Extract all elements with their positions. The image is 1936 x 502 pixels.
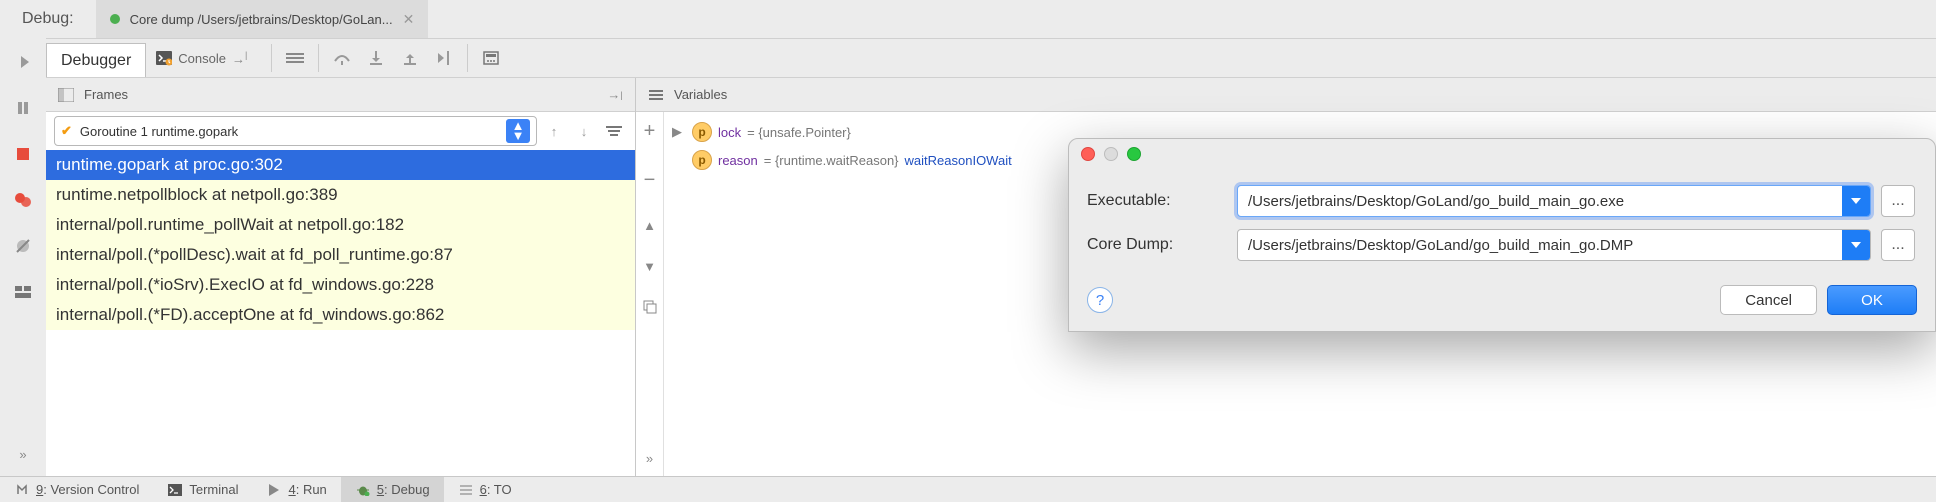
cancel-button[interactable]: Cancel bbox=[1720, 285, 1817, 315]
console-icon bbox=[156, 50, 172, 66]
param-badge-icon: p bbox=[692, 150, 712, 170]
dialog-titlebar[interactable] bbox=[1069, 139, 1935, 169]
frames-header: Frames →| bbox=[46, 78, 635, 112]
help-button[interactable]: ? bbox=[1087, 287, 1113, 313]
browse-coredump-button[interactable]: ... bbox=[1881, 229, 1915, 261]
vcs-icon bbox=[14, 484, 30, 496]
debug-toolbar: Debugger Console →| bbox=[46, 38, 1936, 78]
app-root: Debug: Core dump /Users/jetbrains/Deskto… bbox=[0, 0, 1936, 502]
expand-icon[interactable]: » bbox=[11, 442, 35, 466]
tab-debugger[interactable]: Debugger bbox=[46, 43, 146, 77]
sb-debug[interactable]: 5: Debug bbox=[341, 477, 444, 502]
filter-icon[interactable] bbox=[601, 118, 627, 144]
step-into-icon[interactable] bbox=[359, 38, 393, 78]
close-icon[interactable]: ✕ bbox=[403, 11, 415, 28]
frame-item[interactable]: internal/poll.(*ioSrv).ExecIO at fd_wind… bbox=[46, 270, 635, 300]
frames-panel: Frames →| ✔ Goroutine 1 runtime.gopark ▲… bbox=[46, 78, 636, 476]
status-dot-icon bbox=[110, 14, 120, 24]
copy-icon[interactable] bbox=[643, 300, 657, 314]
run-icon bbox=[266, 484, 282, 496]
terminal-icon bbox=[167, 484, 183, 496]
param-badge-icon: p bbox=[692, 122, 712, 142]
sb-run[interactable]: 4: Run bbox=[252, 477, 340, 502]
executable-field[interactable]: /Users/jetbrains/Desktop/GoLand/go_build… bbox=[1237, 185, 1871, 217]
variables-icon bbox=[646, 85, 666, 105]
vars-gutter: + − ▲ ▼ » bbox=[636, 112, 664, 476]
expand-tri-icon[interactable]: ▶ bbox=[672, 124, 686, 140]
window-minimize-icon bbox=[1104, 147, 1118, 161]
next-frame-icon[interactable]: ↓ bbox=[571, 118, 597, 144]
window-zoom-icon[interactable] bbox=[1127, 147, 1141, 161]
coredump-field[interactable]: /Users/jetbrains/Desktop/GoLand/go_build… bbox=[1237, 229, 1871, 261]
browse-executable-button[interactable]: ... bbox=[1881, 185, 1915, 217]
variables-header: Variables bbox=[636, 78, 1936, 112]
debug-side-toolbar: » bbox=[0, 38, 46, 476]
step-over-icon[interactable] bbox=[325, 38, 359, 78]
frame-list: runtime.gopark at proc.go:302 runtime.ne… bbox=[46, 150, 635, 476]
pause-icon[interactable] bbox=[11, 96, 35, 120]
window-close-icon[interactable] bbox=[1081, 147, 1095, 161]
add-watch-icon[interactable]: + bbox=[644, 120, 656, 143]
bug-icon bbox=[355, 484, 371, 496]
tab-console[interactable]: Console →| bbox=[146, 39, 257, 77]
prev-frame-icon[interactable]: ↑ bbox=[541, 118, 567, 144]
chevron-down-icon[interactable] bbox=[1842, 186, 1870, 216]
threads-icon[interactable] bbox=[278, 38, 312, 78]
frames-icon bbox=[56, 85, 76, 105]
stop-icon[interactable] bbox=[11, 142, 35, 166]
open-core-dump-dialog: Executable: /Users/jetbrains/Desktop/GoL… bbox=[1068, 138, 1936, 332]
go-to-icon: →| bbox=[232, 50, 247, 66]
up-icon[interactable]: ▲ bbox=[643, 218, 656, 233]
frame-item[interactable]: internal/poll.(*FD).acceptOne at fd_wind… bbox=[46, 300, 635, 330]
goroutine-select[interactable]: ✔ Goroutine 1 runtime.gopark ▲▼ bbox=[54, 116, 537, 146]
chevron-updown-icon: ▲▼ bbox=[506, 119, 530, 143]
sb-version-control[interactable]: 9: Version Control bbox=[0, 477, 153, 502]
check-icon: ✔ bbox=[61, 123, 72, 139]
layout-icon[interactable] bbox=[11, 280, 35, 304]
frame-item[interactable]: runtime.gopark at proc.go:302 bbox=[46, 150, 635, 180]
frame-item[interactable]: internal/poll.(*pollDesc).wait at fd_pol… bbox=[46, 240, 635, 270]
step-out-icon[interactable] bbox=[393, 38, 427, 78]
breakpoints-icon[interactable] bbox=[11, 188, 35, 212]
chevron-down-icon[interactable] bbox=[1842, 230, 1870, 260]
goroutine-row: ✔ Goroutine 1 runtime.gopark ▲▼ ↑ ↓ bbox=[46, 112, 635, 150]
variables-panel: Variables + − ▲ ▼ » ▶ bbox=[636, 78, 1936, 476]
remove-watch-icon[interactable]: − bbox=[644, 169, 656, 192]
expand-icon[interactable]: » bbox=[646, 451, 653, 466]
frame-item[interactable]: internal/poll.runtime_pollWait at netpol… bbox=[46, 210, 635, 240]
go-to-source-icon[interactable]: →| bbox=[605, 85, 625, 105]
run-config-title: Core dump /Users/jetbrains/Desktop/GoLan… bbox=[130, 12, 393, 27]
status-bar: 9: Version Control Terminal 4: Run 5: De… bbox=[0, 476, 1936, 502]
ok-button[interactable]: OK bbox=[1827, 285, 1917, 315]
sb-terminal[interactable]: Terminal bbox=[153, 477, 252, 502]
evaluate-icon[interactable] bbox=[474, 38, 508, 78]
coredump-label: Core Dump: bbox=[1087, 236, 1227, 254]
mute-breakpoints-icon[interactable] bbox=[11, 234, 35, 258]
down-icon[interactable]: ▼ bbox=[643, 259, 656, 274]
run-to-cursor-icon[interactable] bbox=[427, 38, 461, 78]
debug-label: Debug: bbox=[0, 10, 96, 28]
executable-label: Executable: bbox=[1087, 192, 1227, 210]
frame-item[interactable]: runtime.netpollblock at netpoll.go:389 bbox=[46, 180, 635, 210]
sb-todo[interactable]: 6: TO bbox=[444, 477, 526, 502]
resume-icon[interactable] bbox=[11, 50, 35, 74]
top-tab-bar: Debug: Core dump /Users/jetbrains/Deskto… bbox=[0, 0, 1936, 38]
todo-icon bbox=[458, 484, 474, 496]
run-config-tab[interactable]: Core dump /Users/jetbrains/Desktop/GoLan… bbox=[96, 0, 429, 38]
